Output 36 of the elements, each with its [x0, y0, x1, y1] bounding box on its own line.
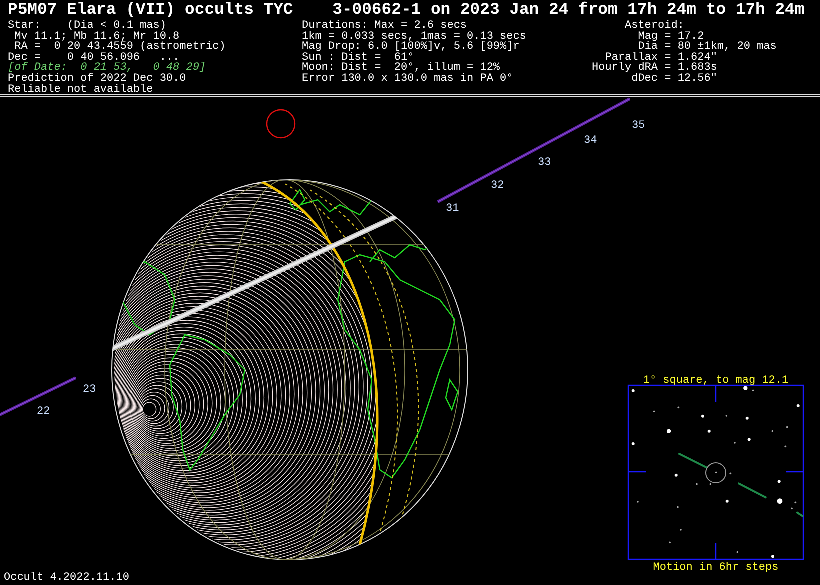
version-label: Occult 4.2022.11.10	[4, 572, 130, 584]
time-tick-label: 33	[538, 157, 552, 169]
time-tick-label: 31	[446, 203, 460, 215]
star-info-line: Dec = 0 40 56.096 ...	[8, 52, 180, 64]
asteroid-label: dDec =	[630, 74, 672, 85]
time-tick-label: 32	[491, 180, 504, 192]
event-info-line: Moon: Dist = 20°, illum = 12%	[302, 63, 500, 74]
asteroid-label: Mag =	[637, 32, 672, 42]
time-tick-label: 22	[37, 406, 50, 418]
finder-chart-title: 1° square, to mag 12.1	[643, 375, 789, 387]
star-info-line: Reliable not available	[8, 84, 154, 96]
asteroid-heading: Asteroid:	[624, 21, 684, 32]
star-info-line: Star: (Dia < 0.1 mas)	[8, 21, 166, 32]
asteroid-label: Hourly dRA =	[592, 63, 672, 74]
asteroid-value: 1.683s	[678, 63, 718, 74]
event-info-line: Error 130.0 x 130.0 mas in PA 0°	[302, 74, 514, 85]
asteroid-label: Parallax =	[605, 52, 672, 64]
event-info-line: 1km = 0.033 secs, 1mas = 0.13 secs	[302, 32, 526, 42]
event-info-line: Durations: Max = 2.6 secs	[302, 21, 468, 32]
asteroid-value: 17.2	[678, 32, 704, 42]
asteroid-value: 12.56"	[678, 74, 718, 85]
star-info-line: Prediction of 2022 Dec 30.0	[8, 74, 186, 85]
star-info-line: Mv 11.1; Mb 11.6; Mr 10.8	[14, 32, 180, 42]
event-info-line: Mag Drop: 6.0 [100%]v, 5.6 [99%]r	[302, 42, 520, 53]
asteroid-label: Dia =	[638, 42, 672, 53]
target-circle-icon	[266, 109, 296, 139]
asteroid-value: 80 ±1km, 20 mas	[678, 42, 777, 53]
time-tick-label: 34	[584, 135, 598, 147]
finder-chart-caption: Motion in 6hr steps	[653, 562, 779, 572]
event-title: P5M07 Elara (VII) occults TYC 3-00662-1 on 2023 Jan 24 from 17h 24m to 17h 24m	[7, 0, 806, 19]
event-info-line: Sun : Dist = 61°	[302, 52, 414, 64]
time-tick-label: 23	[83, 384, 96, 396]
star-info-line: RA = 0 20 43.4559 (astrometric)	[14, 42, 226, 53]
asteroid-value: 1.624"	[678, 52, 718, 64]
of-date-coordinates: [of Date: 0 21 53, 0 48 29]	[8, 63, 206, 74]
time-tick-label: 35	[632, 120, 646, 132]
